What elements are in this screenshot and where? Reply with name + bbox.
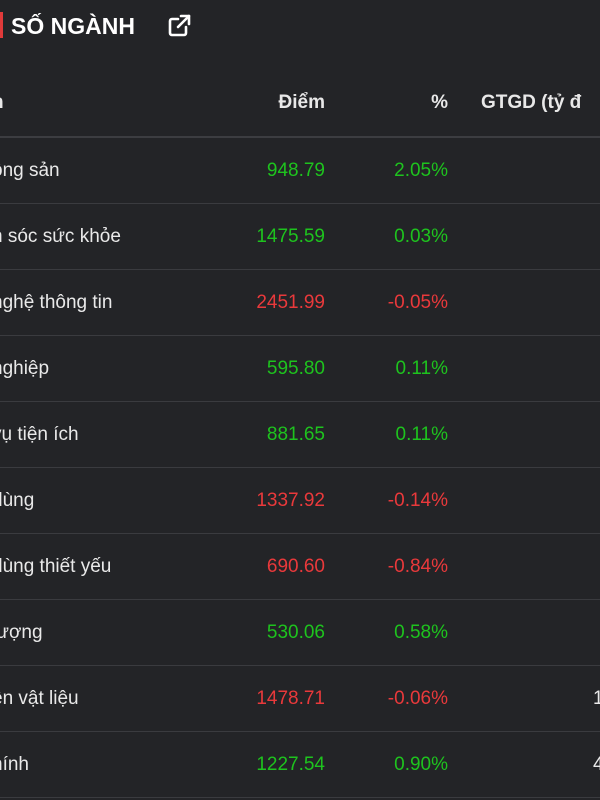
percent-change: 0.90%	[394, 753, 448, 775]
panel-title[interactable]: SỐ NGÀNH	[11, 12, 135, 40]
percent-change: -0.84%	[387, 555, 448, 577]
sector-table: h Điểm % GTGD (tỷ đ ộng sản 948.79 2.05% 1,…	[0, 70, 600, 798]
index-point: 1227.54	[256, 753, 325, 775]
table-row[interactable]: vụ tiện ích 881.65 0.11%	[0, 402, 600, 468]
percent-change: -0.05%	[387, 291, 448, 313]
percent-change: 0.03%	[394, 225, 448, 247]
index-point: 1475.59	[256, 225, 325, 247]
column-header-percent[interactable]: %	[431, 70, 448, 136]
percent-change: 0.11%	[395, 423, 448, 445]
table-row[interactable]: nghiệp595.800.11%1,3	[0, 336, 600, 402]
sector-name: dùng thiết yếu	[0, 555, 112, 577]
index-point: 595.80	[266, 357, 325, 379]
sector-name: nghiệp	[0, 357, 50, 379]
external-link-icon[interactable]	[166, 13, 192, 39]
index-point: 2451.99	[256, 291, 325, 313]
sector-index-panel: SỐ NGÀNH h Điểm % GTGD (tỷ đ ộng sản 948.…	[0, 0, 600, 800]
sector-name: vụ tiện ích	[0, 423, 79, 445]
table-row[interactable]: lượng530.060.58%2	[0, 600, 600, 666]
column-header-name[interactable]: h	[0, 70, 222, 136]
percent-change: 2.05%	[394, 159, 448, 181]
percent-change: 0.58%	[394, 621, 448, 643]
table-row[interactable]: dùng1337.92-0.14%25	[0, 468, 600, 534]
table-row[interactable]: ên vật liệu 1478.71 -0.06% 1,65	[0, 666, 600, 732]
sector-name: lượng	[0, 621, 43, 643]
sector-name: n sóc sức khỏe	[0, 225, 121, 247]
table-row[interactable]: dùng thiết yếu690.60-0.84%4	[0, 534, 600, 600]
table-row[interactable]: ộng sản948.792.05%1,5	[0, 138, 600, 204]
table-header: h Điểm % GTGD (tỷ đ	[0, 70, 600, 138]
trade-value: 4,62	[593, 753, 600, 775]
index-point: 530.06	[266, 621, 325, 643]
column-header-point[interactable]: Điểm	[279, 70, 325, 136]
sector-name: nghệ thông tin	[0, 291, 113, 313]
percent-change: 0.11%	[395, 357, 448, 379]
index-point: 690.60	[266, 555, 325, 577]
index-point: 948.79	[266, 159, 325, 181]
title-accent-bar	[0, 12, 3, 38]
table-row[interactable]: nghệ thông tin2451.99-0.05%1	[0, 270, 600, 336]
trade-value: 1,65	[593, 687, 600, 709]
percent-change: -0.14%	[387, 489, 448, 511]
table-body: ộng sản948.792.05%1,5n sóc sức khỏe1475.…	[0, 138, 600, 798]
index-point: 881.65	[266, 423, 325, 445]
sector-name: dùng	[0, 489, 35, 511]
index-point: 1337.92	[256, 489, 325, 511]
index-point: 1478.71	[256, 687, 325, 709]
column-header-value[interactable]: GTGD (tỷ đ	[481, 70, 581, 136]
table-row[interactable]: n sóc sức khỏe 1475.59 0.03%	[0, 204, 600, 270]
table-row[interactable]: hính 1227.54 0.90% 4,62	[0, 732, 600, 798]
title-bar: SỐ NGÀNH	[0, 0, 600, 56]
sector-name: ộng sản	[0, 159, 60, 181]
percent-change: -0.06%	[387, 687, 448, 709]
sector-name: ên vật liệu	[0, 687, 79, 709]
sector-name: hính	[0, 753, 29, 775]
